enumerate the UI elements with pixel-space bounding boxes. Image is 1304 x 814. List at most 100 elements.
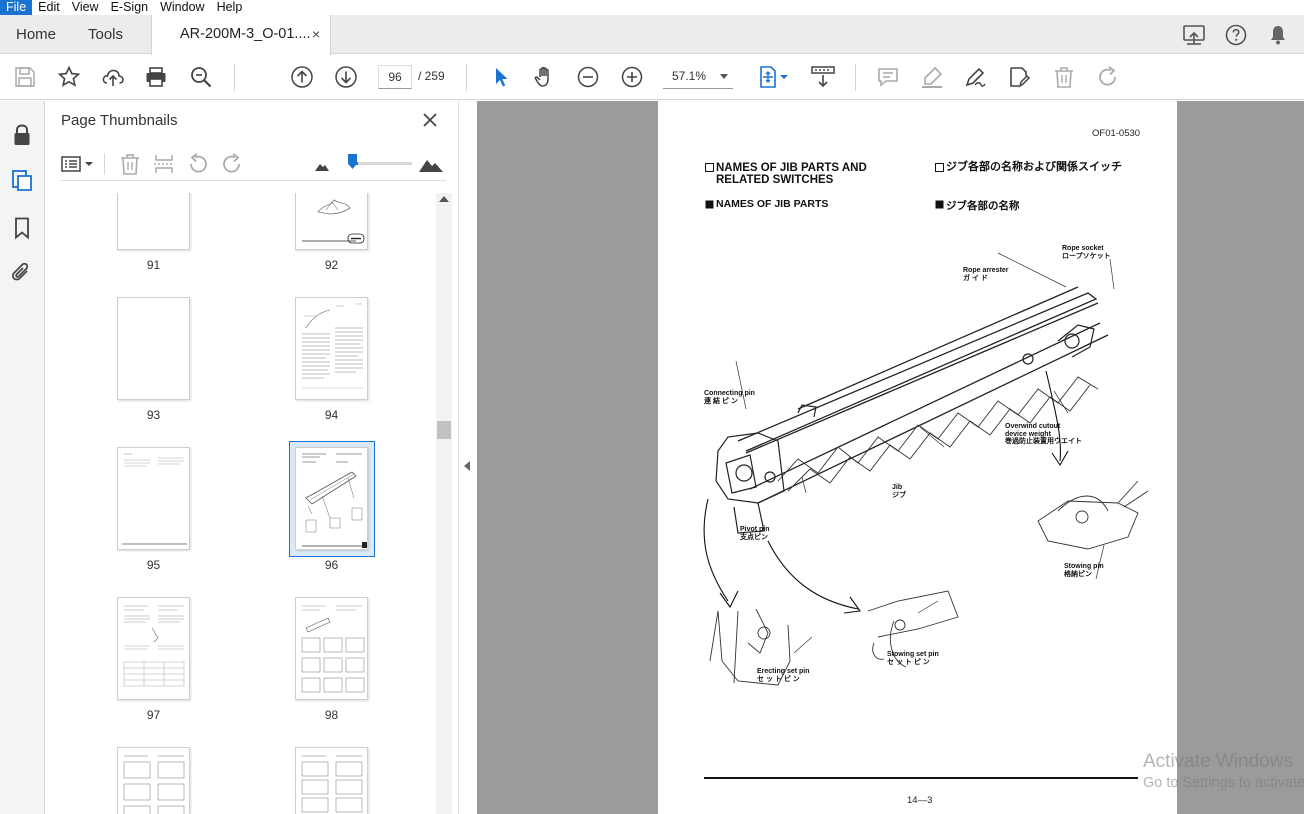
delete-pages-icon[interactable] xyxy=(118,152,142,176)
select-cursor-icon[interactable] xyxy=(488,65,512,89)
page-thumbnail[interactable] xyxy=(295,747,368,814)
large-thumbnails-icon[interactable] xyxy=(418,152,444,176)
draw-pen-icon[interactable] xyxy=(963,65,987,89)
next-page-icon[interactable] xyxy=(334,65,358,89)
page-thumbnail[interactable] xyxy=(117,447,190,550)
attachment-paperclip-icon[interactable] xyxy=(10,261,34,285)
page-thumbnail[interactable] xyxy=(295,597,368,700)
fit-page-icon[interactable] xyxy=(756,65,780,89)
label-rope-socket-jp: ロープソケット xyxy=(1062,253,1111,260)
heading-en-line2: RELATED SWITCHES xyxy=(716,174,834,186)
thumbnail-preview xyxy=(302,453,367,548)
thumbnails-scrollbar[interactable] xyxy=(436,193,452,814)
menu-edit[interactable]: Edit xyxy=(32,0,66,15)
scroll-up-arrow-icon[interactable] xyxy=(439,196,449,202)
label-jib: Jib xyxy=(892,484,903,491)
page-thumbnail-label: 94 xyxy=(324,408,339,422)
menu-esign[interactable]: E-Sign xyxy=(105,0,155,15)
rotate-clockwise-icon[interactable] xyxy=(220,152,244,176)
page-thumbnail-current[interactable] xyxy=(295,447,368,550)
page-thumbnail[interactable] xyxy=(295,193,368,250)
label-erecting-set-pin-jp: セ ッ ト ピ ン xyxy=(757,676,800,683)
redo-icon[interactable] xyxy=(1096,65,1120,89)
filled-square-glyph-icon xyxy=(935,200,944,209)
thumbnails-toolbar xyxy=(60,147,446,181)
main-toolbar: / 259 57.1% xyxy=(0,55,1304,100)
previous-page-icon[interactable] xyxy=(290,65,314,89)
heading-jp: ジブ各部の名称および関係スイッチ xyxy=(946,161,1122,173)
extract-pages-icon[interactable] xyxy=(152,152,176,176)
thumbnail-preview xyxy=(123,755,185,814)
page-number-input[interactable] xyxy=(378,65,412,89)
collapse-panel-arrow-icon[interactable] xyxy=(464,461,470,471)
chevron-down-icon xyxy=(720,74,728,79)
label-stowing-pin: Stowing pin xyxy=(1064,563,1104,570)
share-screen-icon[interactable] xyxy=(1182,23,1206,47)
jib-parts-illustration xyxy=(703,252,1149,686)
zoom-search-icon[interactable] xyxy=(189,65,213,89)
save-icon[interactable] xyxy=(13,65,37,89)
label-stowing-pin-jp: 格納ピン xyxy=(1064,571,1092,578)
document-view[interactable]: OF01-0530 NAMES OF JIB PARTS AND RELATED… xyxy=(477,101,1304,814)
print-icon[interactable] xyxy=(144,65,168,89)
page-thumbnail[interactable] xyxy=(117,297,190,400)
menu-bar: File Edit View E-Sign Window Help xyxy=(0,0,1304,15)
menu-file[interactable]: File xyxy=(0,0,33,15)
zoom-value: 57.1% xyxy=(672,69,707,83)
label-rope-arrester: Rope arrester xyxy=(963,267,1009,274)
label-stowing-set-pin-jp: セ ッ ト ピ ン xyxy=(887,659,930,666)
label-overwind-line1: Overwind cutout xyxy=(1005,423,1061,430)
page-thumbnail[interactable] xyxy=(295,297,368,400)
page-thumbnail[interactable] xyxy=(117,597,190,700)
highlight-icon[interactable] xyxy=(920,65,944,89)
subheading-jp: ジブ各部の名称 xyxy=(946,200,1020,212)
rotate-counterclockwise-icon[interactable] xyxy=(186,152,210,176)
zoom-out-icon[interactable] xyxy=(576,65,600,89)
close-icon[interactable] xyxy=(420,110,440,130)
slider-handle[interactable] xyxy=(348,154,357,169)
thumbnail-options-icon[interactable] xyxy=(60,152,84,176)
hand-tool-icon[interactable] xyxy=(532,65,556,89)
bell-icon[interactable] xyxy=(1266,23,1290,47)
chevron-down-icon[interactable] xyxy=(778,65,790,89)
close-tab-button[interactable]: × xyxy=(312,15,320,54)
tab-home[interactable]: Home xyxy=(16,15,56,54)
panel-collapse-strip[interactable] xyxy=(458,101,477,814)
thumbnail-preview xyxy=(302,199,365,244)
menu-help[interactable]: Help xyxy=(211,0,249,15)
zoom-level-select[interactable]: 57.1% xyxy=(663,65,733,89)
thumbnail-preview xyxy=(301,755,363,813)
page-thumbnail[interactable] xyxy=(117,747,190,814)
scroll-mode-icon[interactable] xyxy=(811,65,835,89)
bookmark-icon[interactable] xyxy=(10,216,34,240)
zoom-in-icon[interactable] xyxy=(620,65,644,89)
label-stowing-set-pin: Stowing set pin xyxy=(887,651,939,658)
menu-window[interactable]: Window xyxy=(154,0,210,15)
label-pivot-pin: Pivot pin xyxy=(740,526,770,533)
label-erecting-set-pin: Erecting set pin xyxy=(757,668,810,675)
page-thumbnail[interactable] xyxy=(117,193,190,250)
chevron-down-icon[interactable] xyxy=(83,152,95,176)
label-overwind-jp: 巻過防止装置用ウエイト xyxy=(1005,438,1082,445)
comment-icon[interactable] xyxy=(876,65,900,89)
thumbnail-size-slider[interactable] xyxy=(354,162,412,165)
upload-cloud-icon[interactable] xyxy=(101,65,125,89)
label-connecting-pin: Connecting pin xyxy=(704,390,755,397)
help-icon[interactable] xyxy=(1224,23,1248,47)
thumbnail-preview xyxy=(302,303,363,389)
page-thumbnails-panel: Page Thumbnails 91 92 93 94 95 96 97 98 xyxy=(45,101,458,814)
fill-sign-icon[interactable] xyxy=(1007,65,1031,89)
page-thumbnail-label: 98 xyxy=(324,708,339,722)
tab-document[interactable]: AR-200M-3_O-01.... × xyxy=(151,15,331,55)
document-page: OF01-0530 NAMES OF JIB PARTS AND RELATED… xyxy=(658,101,1177,814)
bookmark-star-icon[interactable] xyxy=(57,65,81,89)
thumbnails-list[interactable]: 91 92 93 94 95 96 97 98 xyxy=(60,193,436,814)
lock-icon[interactable] xyxy=(10,123,34,147)
scrollbar-thumb[interactable] xyxy=(437,421,451,439)
trash-icon[interactable] xyxy=(1052,65,1076,89)
menu-view[interactable]: View xyxy=(66,0,105,15)
toolbar-separator xyxy=(234,64,235,91)
page-thumbnails-icon[interactable] xyxy=(10,168,34,192)
small-thumbnails-icon[interactable] xyxy=(313,152,331,176)
tab-tools[interactable]: Tools xyxy=(88,15,123,54)
